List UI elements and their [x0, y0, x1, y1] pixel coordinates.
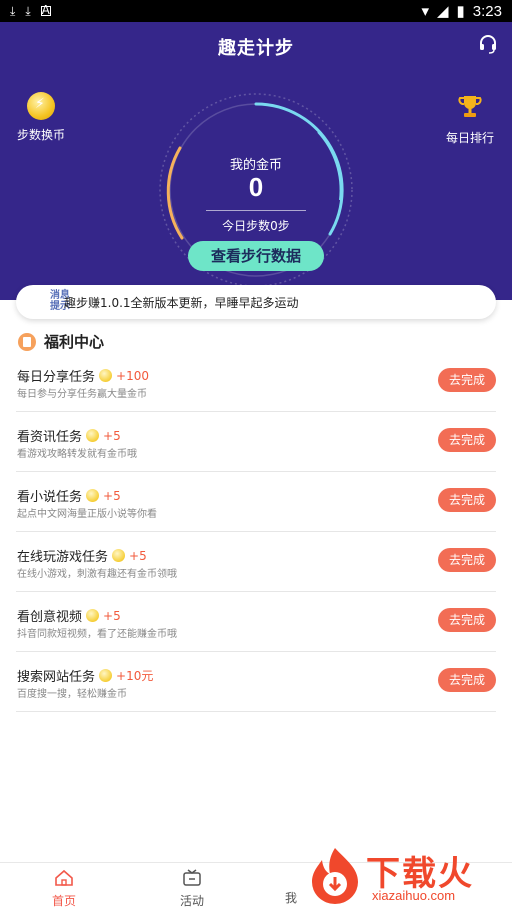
complete-button[interactable]: 去完成: [438, 548, 496, 572]
section-title: 福利中心: [44, 333, 105, 351]
activity-icon: [183, 869, 201, 886]
steps-exchange-label: 步数换币: [16, 128, 65, 142]
status-notifications: ⤓ ⤓ A: [10, 4, 51, 19]
page-title: 趣走计步: [218, 38, 294, 59]
gauge-divider: [206, 210, 306, 211]
complete-button[interactable]: 去完成: [438, 368, 496, 392]
coin-icon: [86, 609, 100, 622]
task-desc: 起点中文网海量正版小说等你看: [17, 509, 157, 520]
notice-bar[interactable]: 消息 提示 趣步赚1.0.1全新版本更新，早睡早起多运动: [16, 285, 496, 319]
task-row: 看资讯任务 +5 看游戏攻略转发就有金币哦 去完成: [16, 412, 496, 472]
task-row: 每日分享任务 +100 每日参与分享任务赢大量金币 去完成: [16, 352, 496, 412]
task-title: 看创意视频: [17, 610, 83, 625]
coin-icon: [99, 369, 113, 382]
watermark-url: xiazaihuo.com: [372, 888, 456, 903]
coin-label: 我的金币: [229, 158, 282, 173]
coin-icon: [86, 489, 100, 502]
welfare-center-header: 福利中心: [18, 331, 104, 352]
complete-button[interactable]: 去完成: [438, 608, 496, 632]
task-reward: +5: [129, 548, 147, 563]
download-icon: ⤓: [25, 3, 31, 18]
notice-text: 趣步赚1.0.1全新版本更新，早睡早起多运动: [64, 295, 299, 310]
coin-lightning-icon: [27, 92, 55, 120]
complete-button[interactable]: 去完成: [438, 668, 496, 692]
nav-activity[interactable]: 活动: [162, 869, 222, 908]
task-row: 搜索网站任务 +10元 百度搜一搜，轻松赚金币 去完成: [16, 652, 496, 712]
status-time: 3:23: [472, 2, 502, 20]
task-title: 每日分享任务: [17, 370, 96, 385]
signal-icon: ◢: [436, 3, 449, 20]
task-desc: 看游戏攻略转发就有金币哦: [17, 449, 137, 460]
task-list: 每日分享任务 +100 每日参与分享任务赢大量金币 去完成 看资讯任务 +5 看…: [0, 352, 512, 712]
nav-home[interactable]: 首页: [34, 869, 94, 908]
fire-logo-icon: [312, 848, 358, 904]
today-steps: 今日步数0步: [222, 219, 290, 233]
status-bar: ⤓ ⤓ A ▾ ◢ ▮ 3:23: [0, 0, 512, 22]
task-desc: 每日参与分享任务赢大量金币: [17, 389, 147, 400]
task-title: 看小说任务: [17, 490, 83, 505]
task-reward: +100: [116, 368, 149, 383]
task-row: 在线玩游戏任务 +5 在线小游戏，刺激有趣还有金币领哦 去完成: [16, 532, 496, 592]
task-reward: +5: [103, 608, 121, 623]
task-reward: +10元: [116, 669, 154, 683]
headset-icon[interactable]: [478, 34, 498, 54]
watermark-logo: 下载火 xiazaihuo.com: [300, 840, 512, 908]
complete-button[interactable]: 去完成: [438, 488, 496, 512]
complete-button[interactable]: 去完成: [438, 428, 496, 452]
task-row: 看创意视频 +5 抖音同款短视频，看了还能赚金币哦 去完成: [16, 592, 496, 652]
coin-icon: [112, 549, 126, 562]
task-title: 在线玩游戏任务: [17, 550, 109, 565]
view-steps-button[interactable]: 查看步行数据: [188, 241, 324, 271]
task-row: 看小说任务 +5 起点中文网海量正版小说等你看 去完成: [16, 472, 496, 532]
task-reward: +5: [103, 488, 121, 503]
document-icon: [18, 332, 36, 351]
nav-home-label: 首页: [51, 894, 76, 908]
nav-activity-label: 活动: [179, 894, 204, 908]
a-icon: A: [40, 3, 51, 17]
daily-ranking-button[interactable]: 每日排行: [442, 92, 498, 146]
battery-icon: ▮: [456, 3, 465, 20]
steps-exchange-button[interactable]: 步数换币: [14, 92, 68, 143]
task-title: 看资讯任务: [17, 430, 83, 445]
task-reward: +5: [103, 428, 121, 443]
download-icon: ⤓: [10, 3, 16, 18]
daily-ranking-label: 每日排行: [445, 131, 494, 145]
status-system: ▾ ◢ ▮ 3:23: [421, 2, 502, 21]
wifi-icon: ▾: [421, 3, 429, 20]
hero-panel: 趣走计步 步数换币 每日排行 我的金币 0 今日步数0步 查看步行数据: [0, 22, 512, 300]
task-desc: 抖音同款短视频，看了还能赚金币哦: [17, 629, 177, 640]
home-icon: [55, 869, 73, 886]
trophy-icon: [458, 96, 482, 117]
profile-icon: [281, 869, 301, 887]
coin-icon: [99, 669, 113, 682]
coin-value: 0: [248, 172, 264, 202]
task-title: 搜索网站任务: [17, 670, 96, 685]
task-desc: 百度搜一搜，轻松赚金币: [17, 689, 127, 700]
coin-icon: [86, 429, 100, 442]
task-desc: 在线小游戏，刺激有趣还有金币领哦: [17, 569, 177, 580]
